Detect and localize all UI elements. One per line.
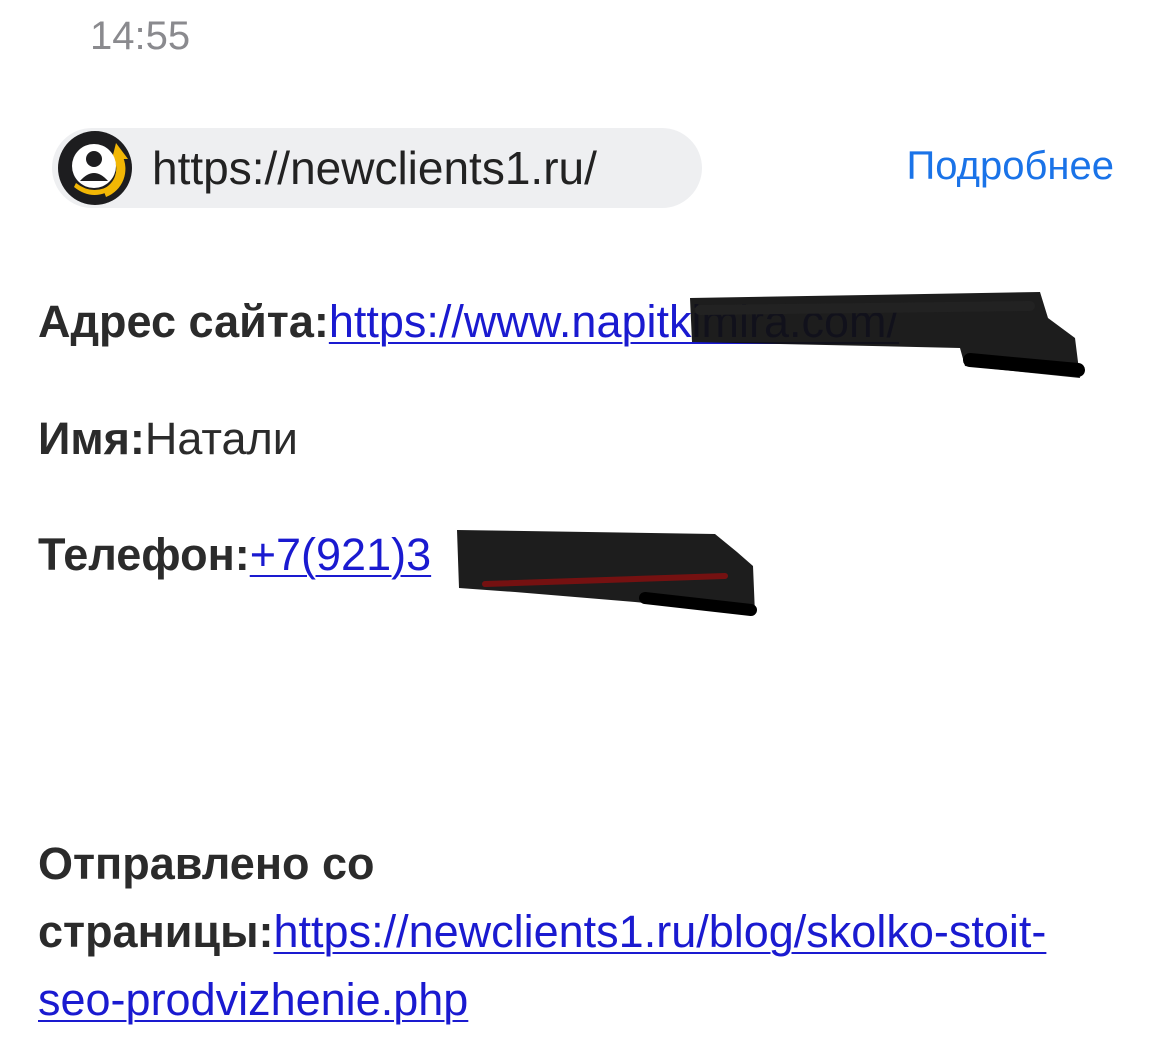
name-field: Имя:Натали [38,412,298,466]
site-label: Адрес сайта: [38,296,329,347]
site-link[interactable]: https://www.napitkimira.com/ [329,296,899,347]
source-page-block: Отправлено со страницы:https://newclient… [38,830,1118,1034]
status-time: 14:55 [90,14,191,58]
sender-url: https://newclients1.ru/ [152,142,597,194]
name-value: Натали [144,413,298,464]
redaction-scribble [457,530,757,616]
name-label: Имя: [38,413,145,464]
source-label-line1: Отправлено со [38,838,375,889]
more-details-link[interactable]: Подробнее [907,144,1114,189]
phone-label: Телефон: [38,529,250,580]
phone-link[interactable]: +7(921)3 [250,529,431,580]
phone-field: Телефон:+7(921)3 [38,528,431,582]
newclients-logo-icon [56,129,134,207]
sender-chip[interactable]: https://newclients1.ru/ [52,128,702,208]
site-field: Адрес сайта:https://www.napitkimira.com/ [38,295,899,349]
source-label-line2: страницы: [38,906,274,957]
